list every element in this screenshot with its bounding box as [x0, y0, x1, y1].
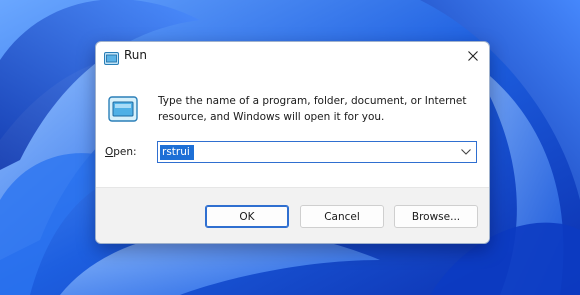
- close-button[interactable]: [457, 42, 489, 70]
- chevron-down-icon: [461, 149, 471, 155]
- dialog-footer: OK Cancel Browse...: [96, 187, 489, 243]
- run-icon: [104, 50, 119, 65]
- open-dropdown-button[interactable]: [458, 145, 474, 159]
- close-icon: [468, 51, 478, 61]
- run-dialog: Run Type the name of a program, folder, …: [95, 41, 490, 244]
- text-selection: [160, 145, 194, 160]
- title-bar[interactable]: Run: [96, 42, 489, 72]
- ok-button[interactable]: OK: [205, 205, 289, 228]
- run-program-icon: [108, 96, 138, 122]
- open-label: Open:: [105, 146, 137, 158]
- open-combobox[interactable]: rstrui: [157, 141, 477, 163]
- window-title: Run: [124, 48, 148, 62]
- browse-button[interactable]: Browse...: [394, 205, 478, 228]
- cancel-button[interactable]: Cancel: [300, 205, 384, 228]
- dialog-description: Type the name of a program, folder, docu…: [158, 95, 467, 123]
